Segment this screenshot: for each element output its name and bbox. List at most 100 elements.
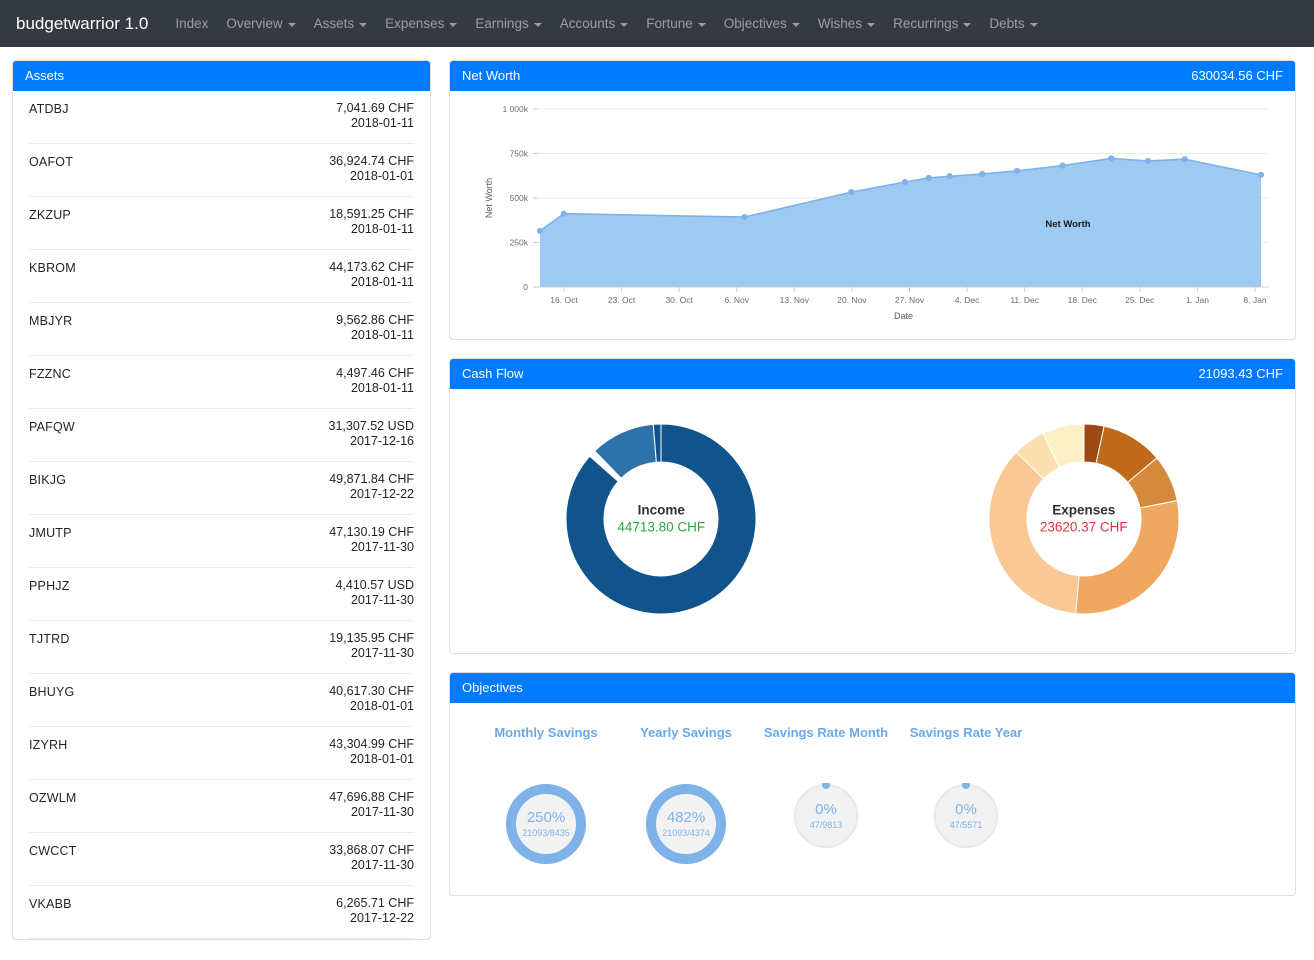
asset-row[interactable]: TJTRD 19,135.95 CHF 2017-11-30: [29, 621, 414, 674]
nav-item-label: Expenses: [385, 16, 445, 31]
asset-row[interactable]: CWCCT 33,868.07 CHF 2017-11-30: [29, 833, 414, 886]
objective-item[interactable]: Savings Rate Year 0% 47/5571: [896, 725, 1036, 849]
objective-item[interactable]: Savings Rate Month 0% 47/9813: [756, 725, 896, 849]
asset-row[interactable]: ZKZUP 18,591.25 CHF 2018-01-11: [29, 197, 414, 250]
asset-amount: 18,591.25 CHF: [329, 207, 414, 221]
data-point-marker[interactable]: [979, 170, 986, 178]
objective-item[interactable]: Yearly Savings 482% 21093/4374: [616, 725, 756, 865]
nav-item-objectives[interactable]: Objectives: [715, 10, 809, 37]
data-point-marker[interactable]: [536, 227, 544, 235]
asset-date: 2017-11-30: [350, 646, 414, 660]
asset-row[interactable]: MBJYR 9,562.86 CHF 2018-01-11: [29, 303, 414, 356]
y-axis-tick-label: 0: [523, 282, 528, 292]
asset-date: 2017-11-30: [350, 540, 414, 554]
asset-name: BIKJG: [29, 473, 67, 487]
nav-item-expenses[interactable]: Expenses: [376, 10, 466, 37]
asset-name: PPHJZ: [29, 579, 70, 593]
data-point-marker[interactable]: [946, 173, 953, 180]
asset-date: 2018-01-11: [350, 275, 414, 289]
asset-row[interactable]: VKABB 6,265.71 CHF 2017-12-22: [29, 886, 414, 939]
asset-row[interactable]: JMUTP 47,130.19 CHF 2017-11-30: [29, 515, 414, 568]
net-worth-card-header: Net Worth 630034.56 CHF: [450, 61, 1295, 91]
asset-name: TJTRD: [29, 632, 70, 646]
objective-label: Savings Rate Month: [763, 725, 889, 740]
chevron-down-icon: [359, 22, 368, 27]
asset-row[interactable]: IZYRH 43,304.99 CHF 2018-01-01: [29, 727, 414, 780]
asset-date: 2017-11-30: [350, 593, 414, 607]
asset-name: PAFQW: [29, 420, 75, 434]
asset-row[interactable]: BHUYG 40,617.30 CHF 2018-01-01: [29, 674, 414, 727]
asset-row[interactable]: FZZNC 4,497.46 CHF 2018-01-11: [29, 356, 414, 409]
assets-card: Assets ATDBJ 7,041.69 CHF 2018-01-11 OAFOT 3…: [12, 60, 431, 940]
nav-item-overview[interactable]: Overview: [217, 10, 304, 37]
asset-name: BHUYG: [29, 685, 75, 699]
asset-meta: 47,696.88 CHF 2017-11-30: [329, 790, 414, 819]
nav-item-label: Wishes: [817, 16, 863, 31]
asset-date: 2018-01-01: [350, 169, 414, 183]
cash-flow-card-body: Income 44713.80 CHF Expenses 23620.37 CH…: [450, 389, 1295, 653]
data-point-marker[interactable]: [1144, 157, 1152, 165]
asset-meta: 47,130.19 CHF 2017-11-30: [329, 525, 414, 554]
nav-item-label: Overview: [226, 16, 283, 31]
asset-row[interactable]: BIKJG 49,871.84 CHF 2017-12-22: [29, 462, 414, 515]
data-point-marker[interactable]: [741, 213, 748, 221]
nav-list: Index Overview Assets Expenses Earnings Accou…: [166, 10, 1046, 37]
asset-row[interactable]: PPHJZ 4,410.57 USD 2017-11-30: [29, 568, 414, 621]
asset-row[interactable]: OZWLM 47,696.88 CHF 2017-11-30: [29, 780, 414, 833]
nav-item-earnings[interactable]: Earnings: [466, 10, 550, 37]
gauge-track: [934, 784, 998, 848]
asset-amount: 49,871.84 CHF: [329, 472, 414, 486]
asset-row[interactable]: PAFQW 31,307.52 USD 2017-12-16: [29, 409, 414, 462]
asset-meta: 49,871.84 CHF 2017-12-22: [329, 472, 414, 501]
data-point-marker[interactable]: [1181, 156, 1188, 163]
data-point-marker[interactable]: [1108, 155, 1115, 162]
asset-name: IZYRH: [29, 738, 68, 752]
asset-row[interactable]: ATDBJ 7,041.69 CHF 2018-01-11: [29, 91, 414, 144]
nav-item-wishes[interactable]: Wishes: [809, 10, 884, 37]
objective-gauge: 482% 21093/4374: [645, 783, 727, 865]
data-point-marker[interactable]: [1013, 167, 1021, 175]
expenses-value: 23620.37 CHF: [1039, 519, 1128, 535]
objectives-card: Objectives Monthly Savings 250% 21093/8435…: [449, 672, 1296, 896]
nav-item-fortune[interactable]: Fortune: [637, 10, 715, 37]
x-axis-tick-label: 6. Nov: [724, 295, 749, 305]
asset-name: VKABB: [29, 897, 72, 911]
data-point-marker[interactable]: [925, 174, 932, 181]
nav-item-recurrings[interactable]: Recurrings: [884, 10, 980, 37]
x-axis-tick-label: 8. Jan: [1243, 295, 1266, 305]
asset-date: 2018-01-01: [350, 699, 414, 713]
assets-list[interactable]: ATDBJ 7,041.69 CHF 2018-01-11 OAFOT 36,924.7…: [29, 91, 414, 939]
net-worth-card-body: 0 250k 500k 750k 1 000k Net Worth Net Worth 16.…: [450, 91, 1295, 339]
asset-date: 2018-01-11: [350, 381, 414, 395]
asset-date: 2017-11-30: [350, 805, 414, 819]
asset-meta: 40,617.30 CHF 2018-01-01: [329, 684, 414, 713]
nav-item-index[interactable]: Index: [166, 10, 217, 37]
income-donut-chart[interactable]: Income 44713.80 CHF: [555, 413, 767, 625]
asset-amount: 4,410.57 USD: [335, 578, 414, 592]
data-point-marker[interactable]: [848, 189, 855, 196]
x-axis-tick-label: 30. Oct: [665, 295, 693, 305]
net-worth-chart[interactable]: 0 250k 500k 750k 1 000k Net Worth Net Worth 16.…: [466, 91, 1279, 339]
objective-item[interactable]: Monthly Savings 250% 21093/8435: [476, 725, 616, 865]
asset-row[interactable]: KBROM 44,173.62 CHF 2018-01-11: [29, 250, 414, 303]
nav-item-debts[interactable]: Debts: [980, 10, 1046, 37]
asset-amount: 47,130.19 CHF: [329, 525, 414, 539]
asset-amount: 4,497.46 CHF: [336, 366, 414, 380]
data-point-marker[interactable]: [901, 178, 909, 186]
cash-flow-title: Cash Flow: [462, 366, 524, 381]
asset-row[interactable]: OAFOT 36,924.74 CHF 2018-01-01: [29, 144, 414, 197]
data-point-marker[interactable]: [1257, 171, 1265, 178]
expenses-donut-chart[interactable]: Expenses 23620.37 CHF: [978, 413, 1190, 625]
brand-logo[interactable]: budgetwarrior 1.0: [16, 14, 148, 34]
x-axis-tick-label: 23. Oct: [608, 295, 636, 305]
nav-item-assets[interactable]: Assets: [305, 10, 377, 37]
data-point-marker[interactable]: [560, 210, 567, 217]
asset-date: 2017-12-16: [350, 434, 414, 448]
asset-meta: 6,265.71 CHF 2017-12-22: [336, 896, 414, 925]
y-axis-tick-label: 750k: [510, 149, 529, 159]
objective-label: Yearly Savings: [640, 725, 732, 740]
asset-date: 2018-01-01: [350, 752, 414, 766]
nav-item-accounts[interactable]: Accounts: [551, 10, 638, 37]
asset-amount: 6,265.71 CHF: [336, 896, 414, 910]
data-point-marker[interactable]: [1059, 162, 1066, 169]
